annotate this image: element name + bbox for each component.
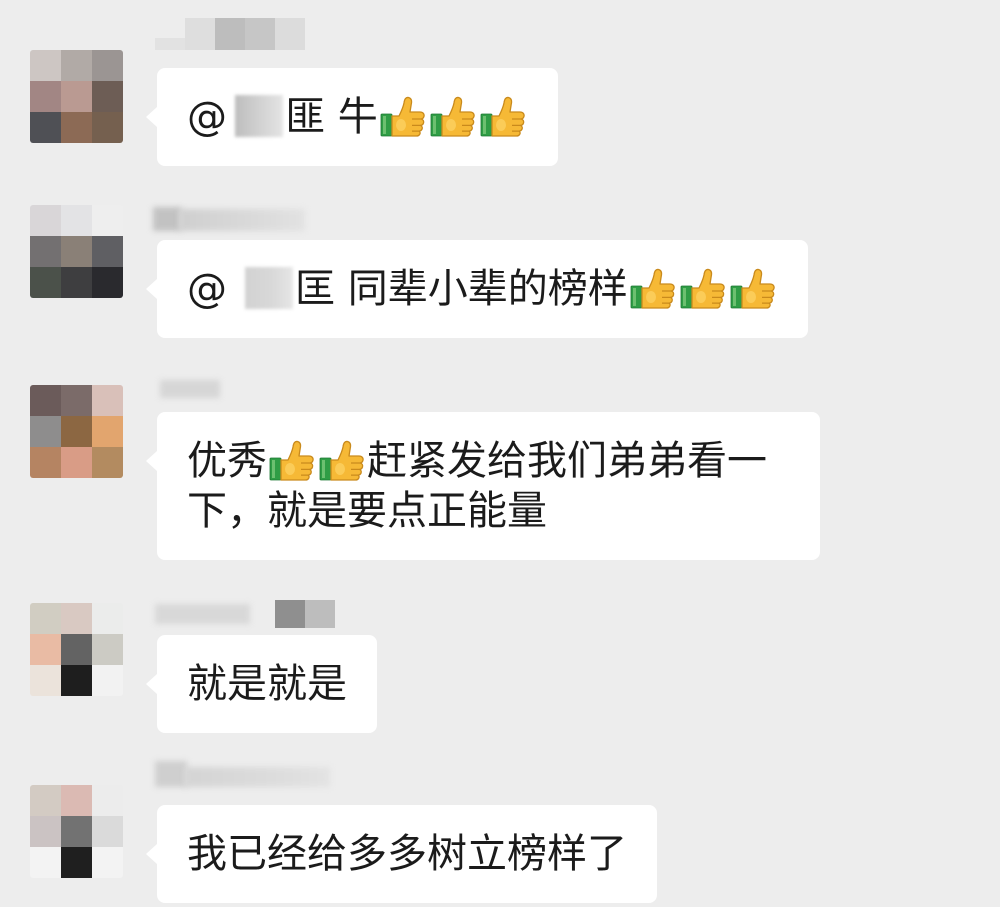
thumbs-up-icon: [317, 437, 367, 483]
avatar-pixel: [30, 816, 61, 847]
avatar-pixel: [30, 81, 61, 112]
sender-name-redacted: [155, 600, 335, 630]
message-bubble[interactable]: 就是就是: [146, 635, 377, 733]
avatar[interactable]: [30, 205, 123, 298]
avatar-pixel: [92, 447, 123, 478]
sender-name-redacted: [155, 757, 330, 791]
avatar-pixel: [30, 416, 61, 447]
avatar-pixel: [30, 385, 61, 416]
redaction-block: [245, 18, 275, 50]
avatar[interactable]: [30, 603, 123, 696]
avatar-pixel: [61, 236, 92, 267]
redaction-block: [155, 38, 185, 50]
avatar-pixel: [30, 665, 61, 696]
redacted-mention: [235, 95, 283, 137]
avatar-pixel: [30, 236, 61, 267]
message-text: @: [187, 94, 227, 140]
avatar-pixel: [61, 603, 92, 634]
avatar-pixel: [92, 267, 123, 298]
thumbs-up-icon: [478, 93, 528, 139]
avatar-pixel: [30, 112, 61, 143]
avatar-pixel: [92, 81, 123, 112]
avatar-pixel: [92, 112, 123, 143]
avatar-pixel: [61, 665, 92, 696]
message-text: 我已经给多多树立榜样了: [187, 831, 627, 877]
redaction-block: [185, 767, 330, 787]
avatar-pixel: [61, 785, 92, 816]
sender-name-redacted: [153, 205, 305, 233]
avatar-pixel: [92, 603, 123, 634]
avatar-pixel: [92, 385, 123, 416]
avatar-pixel: [61, 81, 92, 112]
avatar-pixel: [61, 847, 92, 878]
redaction-block: [153, 207, 181, 231]
redaction-block: [215, 18, 245, 50]
thumbs-up-icon: [428, 93, 478, 139]
avatar-pixel: [61, 267, 92, 298]
avatar-pixel: [92, 816, 123, 847]
message-text: 匪 牛: [285, 94, 378, 140]
redaction-block: [160, 380, 220, 398]
avatar-pixel: [61, 112, 92, 143]
avatar-pixel: [30, 50, 61, 81]
avatar-pixel: [92, 205, 123, 236]
avatar-pixel: [61, 816, 92, 847]
avatar-pixel: [92, 847, 123, 878]
thumbs-up-icon: [628, 265, 678, 311]
avatar-pixel: [92, 236, 123, 267]
thumbs-up-icon: [267, 437, 317, 483]
redaction-block: [179, 209, 305, 231]
avatar-pixel: [30, 785, 61, 816]
sender-name-redacted: [155, 18, 305, 50]
avatar-pixel: [30, 847, 61, 878]
message-bubble[interactable]: @ 匪 牛: [146, 68, 558, 166]
avatar-pixel: [30, 267, 61, 298]
avatar-pixel: [61, 634, 92, 665]
avatar[interactable]: [30, 50, 123, 143]
avatar-pixel: [61, 385, 92, 416]
avatar-pixel: [30, 603, 61, 634]
message-bubble[interactable]: 我已经给多多树立榜样了: [146, 805, 657, 903]
avatar-pixel: [92, 416, 123, 447]
avatar-pixel: [92, 785, 123, 816]
redaction-block: [185, 18, 215, 50]
sender-name-redacted: [160, 378, 220, 400]
message-text: @: [187, 266, 227, 312]
avatar-pixel: [61, 447, 92, 478]
message-bubble[interactable]: @ 匡 同辈小辈的榜样: [146, 240, 808, 338]
redaction-block: [275, 600, 305, 628]
avatar-pixel: [30, 447, 61, 478]
avatar[interactable]: [30, 385, 123, 478]
message-text: 就是就是: [187, 661, 347, 707]
thumbs-up-icon: [378, 93, 428, 139]
avatar-pixel: [30, 205, 61, 236]
thumbs-up-icon: [678, 265, 728, 311]
avatar-pixel: [92, 50, 123, 81]
avatar[interactable]: [30, 785, 123, 878]
redaction-block: [155, 604, 250, 624]
message-bubble[interactable]: 优秀 赶紧发给我们弟弟看一下，就是要点正能量: [146, 412, 820, 560]
redaction-block: [275, 18, 305, 50]
redaction-block: [155, 761, 187, 787]
avatar-pixel: [61, 205, 92, 236]
message-text: 优秀: [187, 438, 267, 484]
avatar-pixel: [61, 416, 92, 447]
avatar-pixel: [30, 634, 61, 665]
avatar-pixel: [92, 665, 123, 696]
avatar-pixel: [92, 634, 123, 665]
thumbs-up-icon: [728, 265, 778, 311]
redacted-mention: [245, 267, 293, 309]
avatar-pixel: [61, 50, 92, 81]
message-text: 匡 同辈小辈的榜样: [295, 266, 628, 312]
redaction-block: [305, 600, 335, 628]
